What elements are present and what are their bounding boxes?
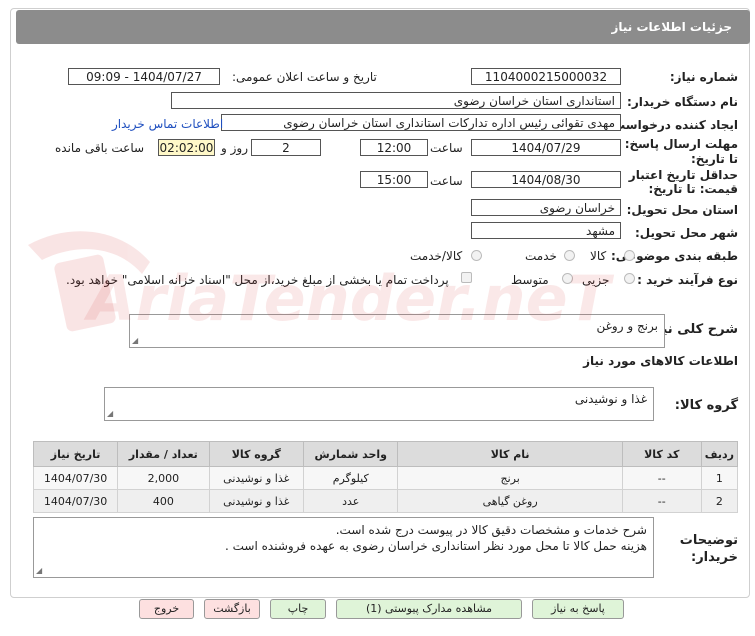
treasury-checkbox[interactable] xyxy=(461,272,472,283)
cell-unit: کیلوگرم xyxy=(302,466,399,490)
print-button[interactable]: چاپ xyxy=(270,599,326,619)
goods-group-text: غذا و نوشیدنی xyxy=(574,392,647,406)
table-row[interactable]: 1 -- برنج کیلوگرم غذا و نوشیدنی 2,000 14… xyxy=(32,466,739,490)
general-desc-textarea[interactable]: برنج و روغن ◢ xyxy=(129,314,665,348)
items-table: ردیف کد کالا نام کالا واحد شمارش گروه کا… xyxy=(32,441,739,513)
city-label: شهر محل تحویل: xyxy=(634,226,738,240)
general-desc-text: برنج و روغن xyxy=(596,319,658,333)
cell-name: روغن گیاهی xyxy=(397,489,623,513)
buyer-org-field[interactable]: استانداری استان خراسان رضوی xyxy=(171,92,621,109)
panel-title: جزئیات اطلاعات نیاز xyxy=(611,20,732,34)
exit-button[interactable]: خروج xyxy=(139,599,194,619)
buyer-org-label: نام دستگاه خریدار: xyxy=(627,95,738,109)
province-label: استان محل تحویل: xyxy=(626,203,738,217)
city-field[interactable]: مشهد xyxy=(471,222,621,239)
goods-group-textarea[interactable]: غذا و نوشیدنی ◢ xyxy=(104,387,654,421)
col-header-quantity: تعداد / مقدار xyxy=(117,441,210,467)
reply-deadline-label: مهلت ارسال پاسخ: تا تاریخ: xyxy=(624,137,738,166)
cell-quantity: 400 xyxy=(117,489,210,513)
process-option-medium: متوسط xyxy=(511,273,549,287)
day-and-label: روز و xyxy=(221,141,248,155)
category-option-goods: کالا xyxy=(590,249,607,263)
process-radio-medium[interactable] xyxy=(562,273,573,284)
announce-datetime-field[interactable]: 1404/07/27 - 09:09 xyxy=(68,68,220,85)
process-radio-minor[interactable] xyxy=(624,273,635,284)
col-header-date: تاریخ نیاز xyxy=(32,441,119,467)
buyer-notes-textarea[interactable]: شرح خدمات و مشخصات دقیق کالا در پیوست در… xyxy=(33,517,654,578)
back-button[interactable]: بازگشت xyxy=(204,599,260,619)
resize-grip-icon[interactable]: ◢ xyxy=(107,410,113,418)
cell-date: 1404/07/30 xyxy=(32,466,119,490)
cell-group: غذا و نوشیدنی xyxy=(208,489,305,513)
buyer-notes-line-2: هزینه حمل کالا تا محل مورد نظر استانداری… xyxy=(225,539,647,553)
goods-info-heading: اطلاعات کالاهای مورد نیاز xyxy=(583,354,738,368)
cell-row-num: 1 xyxy=(700,466,739,490)
validity-label: حداقل تاریخ اعتبار قیمت: تا تاریخ: xyxy=(628,168,738,196)
resize-grip-icon[interactable]: ◢ xyxy=(132,337,138,345)
col-header-group: گروه کالا xyxy=(208,441,305,467)
category-radio-service[interactable] xyxy=(564,250,575,261)
process-option-minor: جزیی xyxy=(582,273,610,287)
reply-days-field[interactable]: 2 xyxy=(251,139,321,156)
process-type-label: نوع فرآیند خرید : xyxy=(637,273,738,287)
cell-group: غذا و نوشیدنی xyxy=(208,466,305,490)
contact-buyer-link[interactable]: اطلاعات تماس خریدار xyxy=(112,117,223,131)
need-number-label: شماره نیاز: xyxy=(669,70,738,84)
need-number-field[interactable]: 1104000215000032 xyxy=(471,68,621,85)
reply-time-field[interactable]: 12:00 xyxy=(360,139,428,156)
buyer-notes-line-1: شرح خدمات و مشخصات دقیق کالا در پیوست در… xyxy=(335,523,647,537)
requester-label: ایجاد کننده درخواست: xyxy=(608,118,738,132)
validity-time-field[interactable]: 15:00 xyxy=(360,171,428,188)
validity-time-label: ساعت xyxy=(430,174,463,188)
reply-button[interactable]: پاسخ به نیاز xyxy=(532,599,624,619)
panel-header: جزئیات اطلاعات نیاز xyxy=(16,10,750,44)
resize-grip-icon[interactable]: ◢ xyxy=(36,567,42,575)
category-option-both: کالا/خدمت xyxy=(410,249,463,263)
category-radio-goods[interactable] xyxy=(624,250,635,261)
announce-datetime-label: تاریخ و ساعت اعلان عمومی: xyxy=(232,70,377,84)
view-attachments-button[interactable]: مشاهده مدارک پیوستی (1) xyxy=(336,599,522,619)
col-header-row-num: ردیف xyxy=(700,441,739,467)
col-header-code: کد کالا xyxy=(621,441,702,467)
cell-code: -- xyxy=(621,466,702,490)
table-header-row: ردیف کد کالا نام کالا واحد شمارش گروه کا… xyxy=(32,441,739,467)
reply-time-label: ساعت xyxy=(430,141,463,155)
remaining-label: ساعت باقی مانده xyxy=(55,141,145,155)
treasury-payment-note: پرداخت تمام یا بخشی از مبلغ خرید،از محل … xyxy=(66,273,449,287)
province-field[interactable]: خراسان رضوی xyxy=(471,199,621,216)
remaining-time-field: 02:02:00 xyxy=(158,139,215,156)
cell-name: برنج xyxy=(397,466,623,490)
reply-date-field[interactable]: 1404/07/29 xyxy=(471,139,621,156)
col-header-name: نام کالا xyxy=(397,441,623,467)
cell-row-num: 2 xyxy=(700,489,739,513)
validity-date-field[interactable]: 1404/08/30 xyxy=(471,171,621,188)
cell-quantity: 2,000 xyxy=(117,466,210,490)
cell-date: 1404/07/30 xyxy=(32,489,119,513)
requester-field[interactable]: مهدی تقوائی رئیس اداره تدارکات استانداری… xyxy=(221,114,621,131)
goods-group-label: گروه کالا: xyxy=(674,398,738,413)
cell-unit: عدد xyxy=(302,489,399,513)
cell-code: -- xyxy=(621,489,702,513)
col-header-unit: واحد شمارش xyxy=(302,441,399,467)
buyer-notes-label: توضیحات خریدار: xyxy=(679,533,738,565)
category-radio-both[interactable] xyxy=(471,250,482,261)
category-option-service: خدمت xyxy=(525,249,557,263)
table-row[interactable]: 2 -- روغن گیاهی عدد غذا و نوشیدنی 400 14… xyxy=(32,489,739,513)
